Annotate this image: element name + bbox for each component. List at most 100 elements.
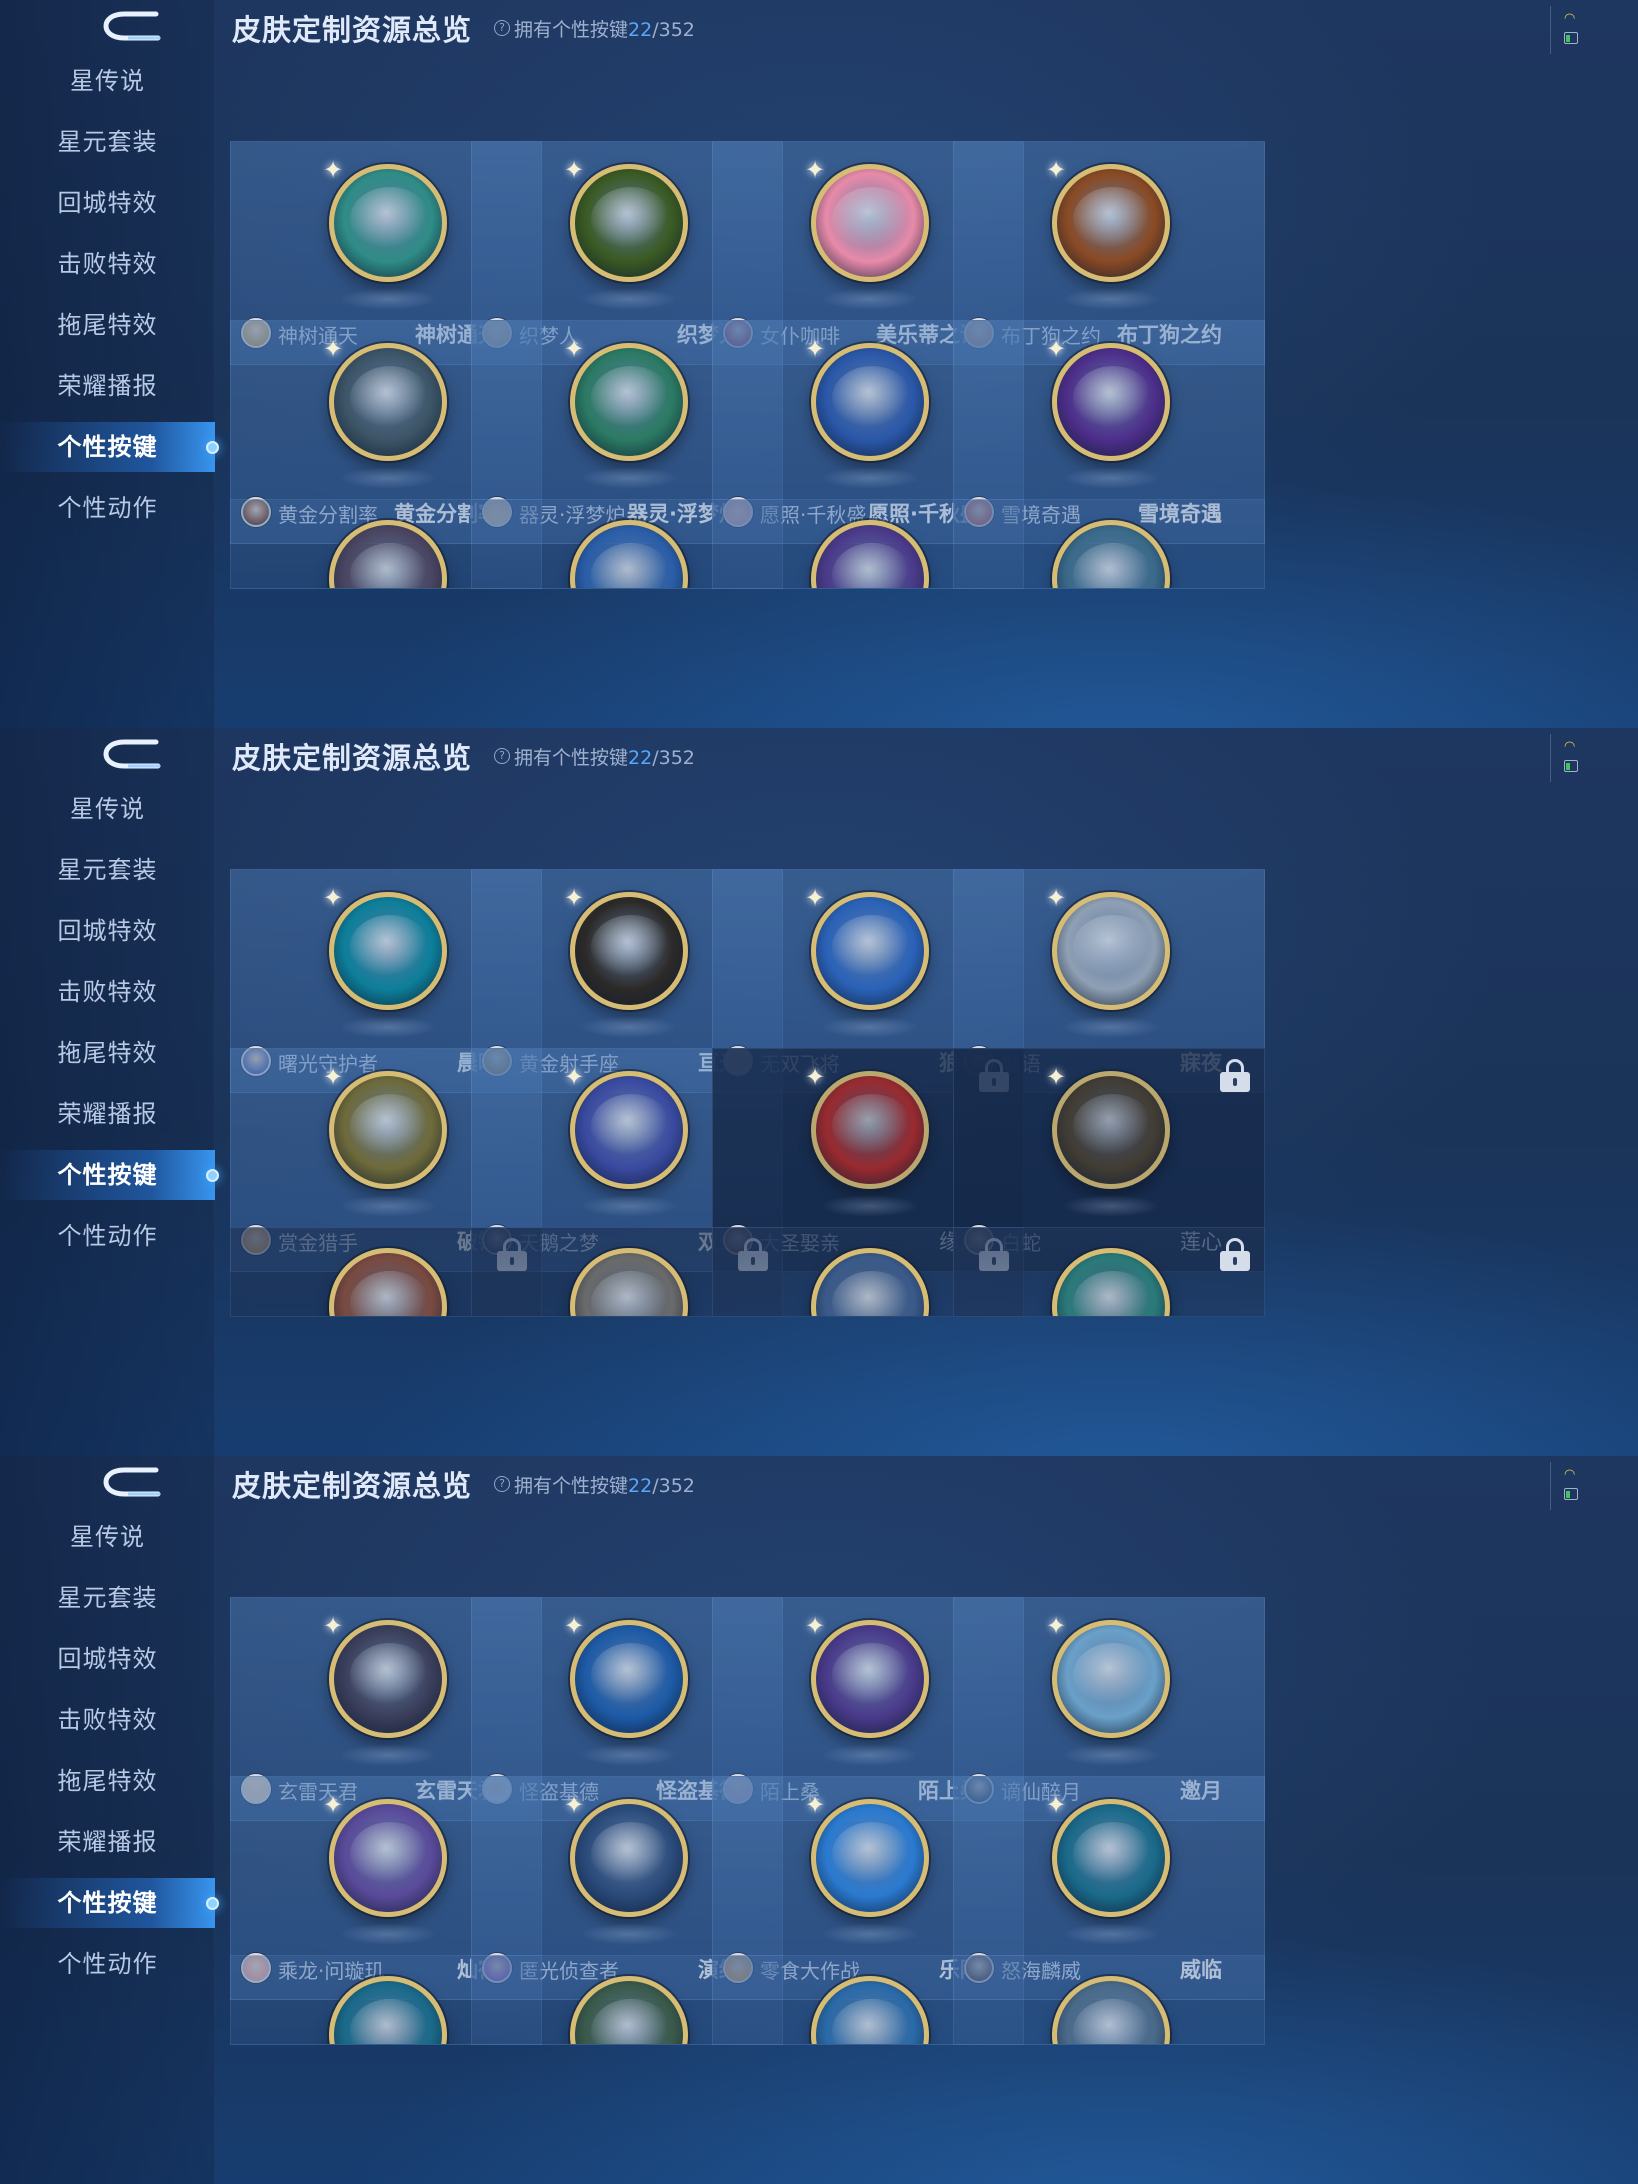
medal-reflection bbox=[339, 1016, 437, 1038]
golden-dragon-icon bbox=[570, 164, 688, 282]
medal-reflection bbox=[821, 1195, 919, 1217]
teal-crest-icon bbox=[1052, 1248, 1170, 1316]
owned-count: 拥有个性按键22/352 bbox=[514, 18, 695, 41]
question-icon[interactable]: ? bbox=[494, 748, 511, 764]
medal-reflection bbox=[821, 467, 919, 489]
back-arrow-icon[interactable] bbox=[98, 1464, 166, 1500]
battery-icon bbox=[1564, 1488, 1578, 1500]
skin-card-partial[interactable] bbox=[953, 1955, 1265, 2045]
skin-card-partial[interactable] bbox=[953, 499, 1265, 589]
sidebar-item-label: 荣耀播报 bbox=[57, 372, 158, 400]
sidebar-item-label: 个性动作 bbox=[57, 1950, 158, 1978]
wifi-icon: ◠ bbox=[1564, 739, 1576, 754]
active-indicator-icon bbox=[206, 441, 219, 454]
sidebar: 星传说星元套装回城特效击败特效拖尾特效荣耀播报个性按键个性动作 bbox=[0, 728, 219, 1456]
question-icon[interactable]: ? bbox=[494, 20, 511, 36]
sidebar-item[interactable]: 星元套装 bbox=[0, 845, 215, 895]
sidebar-item[interactable]: 回城特效 bbox=[0, 906, 215, 956]
sidebar-item-label: 回城特效 bbox=[57, 917, 158, 945]
medal-reflection bbox=[580, 467, 678, 489]
sidebar-item-label: 荣耀播报 bbox=[57, 1100, 158, 1128]
sidebar-item[interactable]: 拖尾特效 bbox=[0, 1756, 215, 1806]
purple-flower-icon bbox=[1052, 343, 1170, 461]
skin-card-partial[interactable] bbox=[953, 1227, 1265, 1317]
lotus-icon bbox=[1052, 1071, 1170, 1189]
screenshot-root: 星传说 星元套装 回城特效 击败特效 拖尾特效 荣耀播报 个性按键 个性动作 皮肤定制资源总览?… bbox=[0, 0, 1638, 2184]
sidebar-item[interactable]: 荣耀播报 bbox=[0, 1817, 215, 1867]
sidebar-item[interactable]: 拖尾特效 bbox=[0, 300, 215, 350]
sparkle-icon: ✦ bbox=[1046, 1791, 1067, 1819]
celestial-dragon-icon bbox=[329, 1799, 447, 1917]
sidebar-item[interactable]: 星元套装 bbox=[0, 117, 215, 167]
sidebar-item[interactable]: 回城特效 bbox=[0, 1634, 215, 1684]
sparkle-icon: ✦ bbox=[1046, 335, 1067, 363]
sparkle-icon: ✦ bbox=[805, 335, 826, 363]
sparkle-icon: ✦ bbox=[564, 1791, 585, 1819]
screen-panel: 星传说 星元套装 回城特效 击败特效 拖尾特效 荣耀播报 个性按键 个性动作 皮肤定制资源总览?… bbox=[0, 1456, 1638, 2184]
red-scroll-icon bbox=[811, 1071, 929, 1189]
gauntlet-icon bbox=[570, 520, 688, 588]
medal-reflection bbox=[821, 1744, 919, 1766]
medal-reflection bbox=[339, 1744, 437, 1766]
sidebar-item[interactable]: 个性按键 bbox=[0, 1878, 219, 1928]
status-bar: ◠ bbox=[1550, 734, 1582, 782]
sidebar-item[interactable]: 星传说 bbox=[0, 1512, 215, 1562]
pudding-bow-icon bbox=[1052, 164, 1170, 282]
sidebar-item-label: 荣耀播报 bbox=[57, 1828, 158, 1856]
back-arrow-icon[interactable] bbox=[98, 8, 166, 44]
active-indicator-icon bbox=[206, 1897, 219, 1910]
page-header: 皮肤定制资源总览? 拥有个性按键22/352 bbox=[232, 1462, 695, 1506]
moon-sword-icon bbox=[1052, 1620, 1170, 1738]
sidebar-item[interactable]: 击败特效 bbox=[0, 967, 215, 1017]
compass-icon bbox=[329, 1248, 447, 1316]
sidebar-item[interactable]: 荣耀播报 bbox=[0, 1089, 215, 1139]
sparkle-icon: ✦ bbox=[1046, 156, 1067, 184]
owned-count: 拥有个性按键22/352 bbox=[514, 746, 695, 769]
sparkle-icon: ✦ bbox=[564, 884, 585, 912]
sidebar-item[interactable]: 星传说 bbox=[0, 784, 215, 834]
sidebar-item[interactable]: 个性按键 bbox=[0, 1150, 219, 1200]
sparkle-icon: ✦ bbox=[1046, 1612, 1067, 1640]
sidebar-item[interactable]: 星传说 bbox=[0, 56, 215, 106]
sidebar-item[interactable]: 星元套装 bbox=[0, 1573, 215, 1623]
spear-blade-icon bbox=[811, 892, 929, 1010]
sidebar-item-label: 击败特效 bbox=[57, 250, 158, 278]
medal-reflection bbox=[1062, 1923, 1160, 1945]
sidebar-item[interactable]: 荣耀播报 bbox=[0, 361, 215, 411]
sidebar-item-label: 拖尾特效 bbox=[57, 311, 158, 339]
battery-icon bbox=[1564, 760, 1578, 772]
medal-reflection bbox=[821, 1016, 919, 1038]
staff-icon bbox=[570, 1248, 688, 1316]
sidebar-item-label: 星传说 bbox=[70, 67, 145, 95]
ice-blade-icon bbox=[811, 1976, 929, 2044]
sidebar-item[interactable]: 个性按键 bbox=[0, 422, 219, 472]
folding-fan-icon bbox=[1052, 892, 1170, 1010]
wifi-icon: ◠ bbox=[1564, 1467, 1576, 1482]
active-indicator-icon bbox=[206, 1169, 219, 1182]
sidebar-item[interactable]: 拖尾特效 bbox=[0, 1028, 215, 1078]
battery-icon bbox=[1564, 32, 1578, 44]
sparkle-icon: ✦ bbox=[564, 1612, 585, 1640]
sidebar: 星传说星元套装回城特效击败特效拖尾特效荣耀播报个性按键个性动作 bbox=[0, 0, 219, 728]
golden-spear-icon bbox=[329, 520, 447, 588]
sidebar: 星传说星元套装回城特效击败特效拖尾特效荣耀播报个性按键个性动作 bbox=[0, 1456, 219, 2184]
sidebar-item[interactable]: 个性动作 bbox=[0, 483, 215, 533]
question-icon[interactable]: ? bbox=[494, 1476, 511, 1492]
sidebar-item[interactable]: 击败特效 bbox=[0, 239, 215, 289]
winged-staff-icon bbox=[329, 164, 447, 282]
sparkle-icon: ✦ bbox=[323, 156, 344, 184]
back-arrow-icon[interactable] bbox=[98, 736, 166, 772]
sidebar-item[interactable]: 个性动作 bbox=[0, 1939, 215, 1989]
screen-panel: 星传说 星元套装 回城特效 击败特效 拖尾特效 荣耀播报 个性按键 个性动作 皮肤定制资源总览?… bbox=[0, 0, 1638, 728]
sidebar-item-label: 星元套装 bbox=[57, 1584, 158, 1612]
silver-staff-icon bbox=[1052, 1976, 1170, 2044]
medal-reflection bbox=[580, 1016, 678, 1038]
sidebar-item[interactable]: 个性动作 bbox=[0, 1211, 215, 1261]
melody-bunny-icon bbox=[811, 164, 929, 282]
red-panda-icon bbox=[811, 1799, 929, 1917]
sidebar-item[interactable]: 回城特效 bbox=[0, 178, 215, 228]
sidebar-item-label: 击败特效 bbox=[57, 978, 158, 1006]
sparkle-icon: ✦ bbox=[323, 335, 344, 363]
screen-panel: 星传说 星元套装 回城特效 击败特效 拖尾特效 荣耀播报 个性按键 个性动作 皮肤定制资源总览?… bbox=[0, 728, 1638, 1456]
sidebar-item[interactable]: 击败特效 bbox=[0, 1695, 215, 1745]
